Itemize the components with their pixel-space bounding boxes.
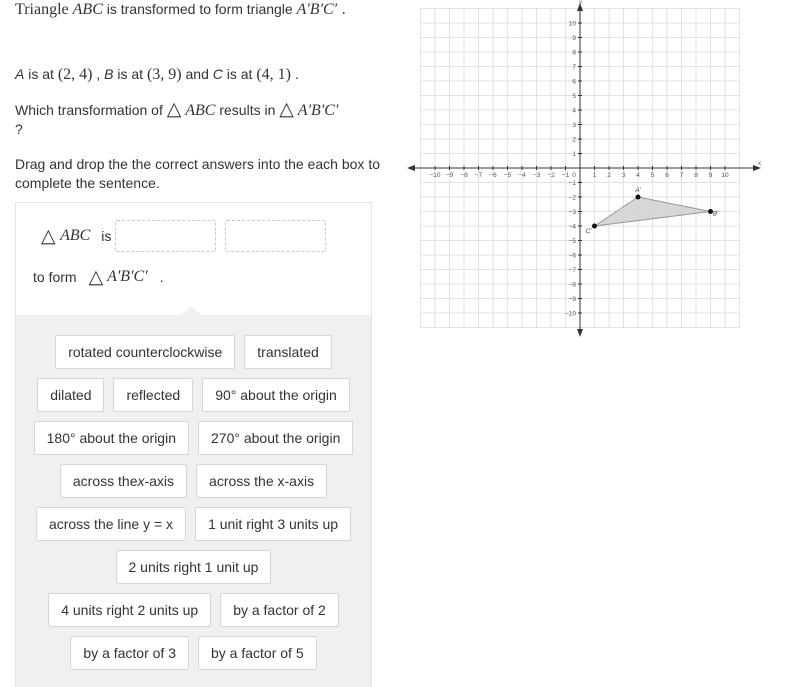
y-tick-label: 2 (572, 136, 576, 143)
answer-chip[interactable]: 1 unit right 3 units up (195, 507, 352, 541)
answer-row: across the x -axis across the x-axis (16, 464, 371, 498)
answer-chip[interactable]: across the x-axis (196, 464, 328, 498)
triangle-symbol-icon: △ (166, 98, 182, 120)
triangle-symbol-icon: △ (41, 225, 56, 247)
is-text: is (101, 228, 112, 244)
triangle-symbol-icon: △ (279, 98, 294, 120)
answer-row: 2 units right 1 unit up (16, 550, 371, 584)
triangle-symbol-icon: △ (88, 266, 104, 288)
answer-chip[interactable]: 90° about the origin (202, 378, 350, 412)
drag-drop-panel: △ ABC is to form △ A'B'C' . rotated coun… (15, 202, 372, 687)
x-tick-label: 5 (651, 172, 655, 179)
x-axis-label: x (758, 161, 761, 167)
y-tick-label: 10 (569, 20, 577, 27)
x-tick-label: −9 (446, 172, 454, 179)
answer-chip[interactable]: 2 units right 1 unit up (115, 550, 272, 584)
answer-row: rotated counterclockwise translated (16, 335, 371, 369)
abc-prime-label: A'B'C' (107, 268, 148, 285)
answer-chip[interactable]: by a factor of 5 (198, 636, 317, 670)
x-tick-label: 2 (607, 172, 611, 179)
y-tick-label: −1 (569, 180, 577, 187)
answer-row: 4 units right 2 units up by a factor of 2 (16, 593, 371, 627)
y-tick-label: −2 (569, 194, 577, 201)
answer-chip[interactable]: 270° about the origin (198, 421, 354, 455)
y-tick-label: 1 (572, 151, 576, 158)
x-tick-label: −4 (518, 172, 526, 179)
x-tick-label: −2 (547, 172, 555, 179)
answer-chip[interactable]: 180° about the origin (33, 421, 189, 455)
instruction-text: Drag and drop the the correct answers in… (15, 156, 380, 191)
points-statement: A is at (2, 4) , B is at (3, 9) and C is… (15, 66, 299, 83)
x-tick-label: −8 (460, 172, 468, 179)
to-form-text: to form (33, 269, 77, 285)
x-tick-label: 7 (680, 172, 684, 179)
answer-chip[interactable]: 4 units right 2 units up (48, 593, 212, 627)
answer-row: 180° about the origin 270° about the orig… (16, 421, 371, 455)
x-tick-label: −7 (475, 172, 483, 179)
vertex-label: C' (586, 228, 593, 235)
drop-box-2[interactable] (225, 220, 327, 252)
abc-label: ABC (60, 227, 91, 244)
vertex-point (635, 194, 641, 200)
x-tick-label: −5 (504, 172, 512, 179)
x-axis-left-arrow-icon (407, 165, 415, 171)
coordinate-plane: xy−10 −9 −8 −7 −6 −5 −4 −3 −2 −1 1 2 3 4 5 6 7 8 9 10−10−9−… (407, 0, 761, 337)
answer-chip[interactable]: rotated counterclockwise (55, 335, 236, 369)
x-tick-label: 1 (593, 172, 597, 179)
y-tick-label: 4 (572, 107, 576, 114)
origin-label: 0 (572, 172, 576, 179)
y-tick-label: 7 (572, 64, 576, 71)
x-tick-label: 9 (709, 172, 713, 179)
x-tick-label: −1 (562, 172, 570, 179)
y-tick-label: 5 (572, 93, 576, 100)
x-tick-label: 3 (622, 172, 626, 179)
answer-row: dilated reflected 90° about the origin (16, 378, 371, 412)
prompt-title: Triangle ABC is transformed to form tria… (15, 1, 346, 18)
drop-box-1[interactable] (115, 220, 217, 252)
y-tick-label: 9 (572, 35, 576, 42)
y-tick-label: −9 (569, 296, 577, 303)
x-tick-label: 4 (636, 172, 640, 179)
y-tick-label: −5 (569, 238, 577, 245)
period-text: . (159, 269, 164, 285)
answer-chip[interactable]: across the x-axis (59, 464, 188, 498)
vertex-label: A' (634, 187, 641, 194)
y-tick-label: −10 (565, 310, 576, 317)
answer-row: across the line y = x1 unit right 3 unit… (16, 507, 371, 541)
y-axis-down-arrow-icon (577, 329, 583, 337)
y-tick-label: −6 (569, 252, 577, 259)
answer-chip[interactable]: reflected (113, 378, 194, 412)
x-tick-label: 8 (694, 172, 698, 179)
y-tick-label: −3 (569, 209, 577, 216)
x-tick-label: 6 (665, 172, 669, 179)
y-tick-label: −8 (569, 281, 577, 288)
answer-chip[interactable]: by a factor of 3 (70, 636, 189, 670)
answer-chip[interactable]: dilated (37, 378, 105, 412)
y-tick-label: 8 (572, 49, 576, 56)
y-tick-label: 3 (572, 122, 576, 129)
x-tick-label: 10 (721, 172, 729, 179)
answer-chip[interactable]: by a factor of 2 (220, 593, 339, 627)
vertex-label: B' (713, 211, 719, 218)
coordinate-graph: x y −10 −9 −8 −7 −6 −5 −4 −3 −2 −1 1 2 3 4 5 6 7 8 9 10 −10 −9−… (403, 0, 765, 345)
x-tick-label: −6 (489, 172, 497, 179)
y-tick-label: −7 (569, 267, 577, 274)
answer-chip[interactable]: translated (244, 335, 332, 369)
answer-row: by a factor of 3 by a factor of 5 (16, 636, 371, 670)
panel-notch (181, 306, 201, 315)
answer-chip[interactable]: across the line y = x (35, 507, 187, 541)
y-tick-label: 6 (572, 78, 576, 85)
y-axis-label: y (579, 0, 582, 6)
x-tick-label: −10 (429, 172, 440, 179)
y-tick-label: −4 (569, 223, 577, 230)
question-text: Which transformation of △ ABC results in… (15, 98, 339, 138)
answer-bank: rotated counterclockwise translated dilate… (16, 315, 371, 687)
x-tick-label: −3 (533, 172, 541, 179)
vertex-point (592, 223, 597, 229)
sentence-area: △ ABC is to form △ A'B'C' . (16, 203, 371, 315)
